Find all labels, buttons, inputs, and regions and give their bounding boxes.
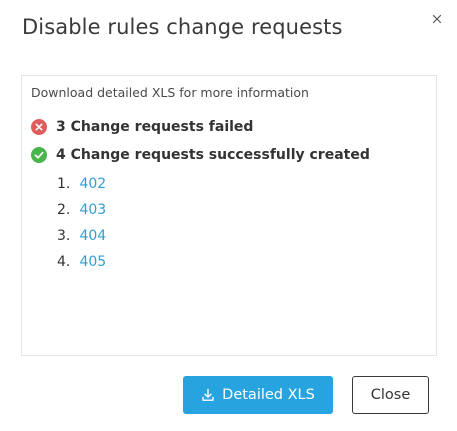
failed-status: 3 Change requests failed	[31, 119, 253, 135]
list-item: 2. 403	[57, 201, 106, 227]
request-list: 1. 402 2. 403 3. 404 4. 405	[57, 175, 106, 279]
error-circle-icon	[31, 119, 47, 135]
list-item: 1. 402	[57, 175, 106, 201]
download-xls-button[interactable]: Detailed XLS	[183, 376, 333, 414]
dialog-title: Disable rules change requests	[22, 15, 343, 39]
request-link-402[interactable]: 402	[79, 176, 106, 192]
list-item-index: 3.	[57, 228, 71, 244]
failed-status-text: 3 Change requests failed	[56, 119, 254, 135]
request-link-404[interactable]: 404	[79, 228, 106, 244]
check-circle-icon	[31, 147, 47, 163]
list-item: 4. 405	[57, 253, 106, 279]
dialog: Disable rules change requests Download d…	[0, 0, 457, 431]
success-status: 4 Change requests successfully created	[31, 147, 370, 163]
list-item-index: 2.	[57, 202, 71, 218]
list-item-index: 1.	[57, 176, 71, 192]
download-icon	[201, 388, 215, 402]
download-hint: Download detailed XLS for more informati…	[31, 85, 309, 100]
download-xls-label: Detailed XLS	[222, 387, 315, 403]
results-panel: Download detailed XLS for more informati…	[21, 75, 437, 356]
request-link-403[interactable]: 403	[79, 202, 106, 218]
close-button[interactable]: Close	[352, 376, 429, 414]
close-icon[interactable]	[429, 11, 445, 27]
success-status-text: 4 Change requests successfully created	[56, 147, 370, 163]
request-link-405[interactable]: 405	[79, 254, 106, 270]
list-item: 3. 404	[57, 227, 106, 253]
list-item-index: 4.	[57, 254, 71, 270]
